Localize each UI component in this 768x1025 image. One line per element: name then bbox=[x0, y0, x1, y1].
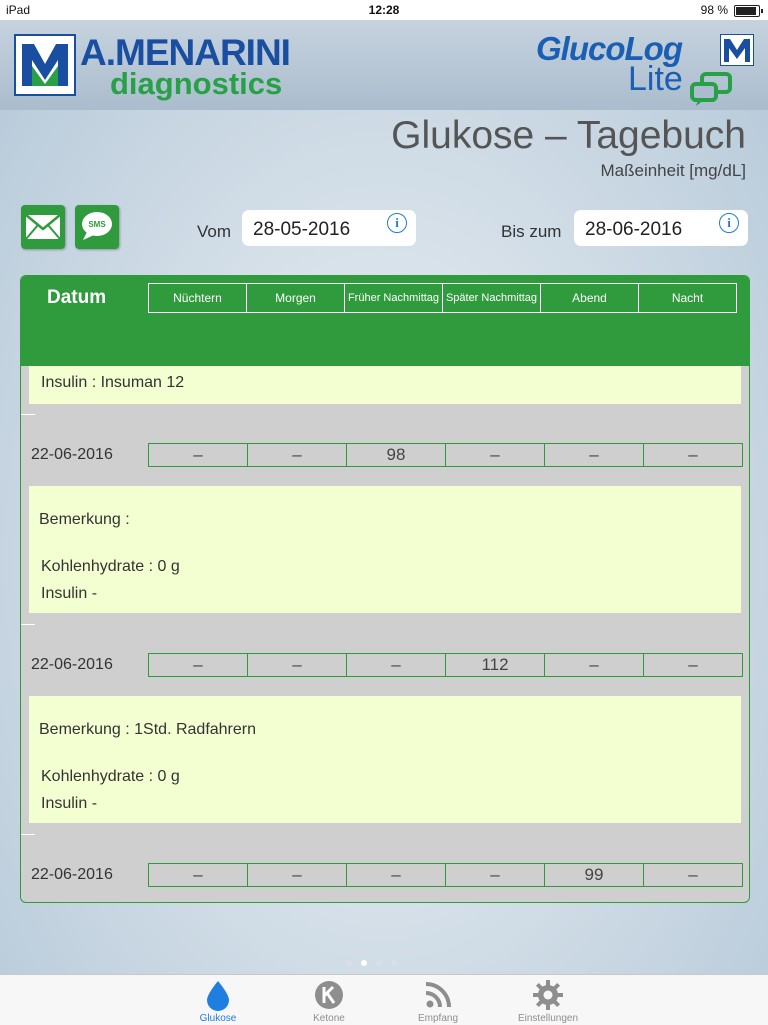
rss-icon bbox=[425, 982, 451, 1008]
page-dot bbox=[391, 960, 397, 966]
battery-percent: 98 % bbox=[700, 3, 728, 17]
menarini-logo-icon bbox=[14, 34, 76, 96]
page-dot bbox=[346, 960, 352, 966]
column-headers: Nüchtern Morgen Früher Nachmittag Später… bbox=[148, 283, 737, 313]
tab-ketone[interactable]: Ketone bbox=[289, 979, 369, 1024]
tab-label: Einstellungen bbox=[517, 1013, 579, 1024]
value-cell: – bbox=[346, 863, 446, 887]
ketone-icon bbox=[315, 981, 343, 1009]
remark-text: Bemerkung : 1Std. Radfahrern bbox=[39, 721, 257, 738]
entry-note: Bemerkung : 1Std. Radfahrern Kohlenhydra… bbox=[29, 696, 741, 823]
app-logo-edition: Lite bbox=[628, 60, 683, 98]
clock: 12:28 bbox=[368, 3, 400, 17]
column-header: Früher Nachmittag bbox=[344, 283, 443, 313]
sms-bubble-icon: SMS bbox=[82, 212, 112, 240]
svg-text:SMS: SMS bbox=[88, 220, 106, 229]
to-date-field[interactable]: 28-06-2016 i bbox=[574, 210, 748, 246]
status-bar: iPad 12:28 98 % bbox=[0, 0, 768, 20]
insulin-text: Insulin : Insuman 12 bbox=[41, 374, 185, 391]
column-header-date: Datum bbox=[47, 287, 107, 308]
value-cell: – bbox=[544, 653, 644, 677]
unit-label: Maßeinheit [mg/dL] bbox=[600, 161, 746, 180]
table-header: Datum Nüchtern Morgen Früher Nachmittag … bbox=[21, 276, 749, 366]
column-header: Abend bbox=[540, 283, 639, 313]
value-cell: – bbox=[544, 443, 644, 467]
separator bbox=[21, 624, 35, 625]
page-indicator[interactable] bbox=[346, 953, 406, 971]
from-label: Vom bbox=[197, 222, 232, 241]
to-date-value: 28-06-2016 bbox=[585, 219, 683, 240]
tab-einstellungen[interactable]: Einstellungen bbox=[508, 979, 588, 1024]
separator bbox=[21, 834, 35, 835]
diary-table[interactable]: Datum Nüchtern Morgen Früher Nachmittag … bbox=[20, 275, 750, 903]
value-cell: 112 bbox=[445, 653, 545, 677]
brand-header: A.MENARINI diagnostics GlucoLog Lite bbox=[0, 20, 768, 110]
table-row[interactable]: – – – – 99 – bbox=[148, 863, 743, 887]
tab-label: Ketone bbox=[313, 1013, 345, 1024]
entry-date: 22-06-2016 bbox=[31, 866, 113, 883]
entry-date: 22-06-2016 bbox=[31, 446, 113, 463]
tab-label: Glukose bbox=[199, 1013, 237, 1024]
app-logo-mark-icon bbox=[720, 34, 754, 66]
insulin-text: Insulin - bbox=[41, 585, 98, 602]
envelope-icon bbox=[25, 214, 61, 240]
value-cell: – bbox=[247, 653, 347, 677]
page-dot bbox=[376, 960, 382, 966]
remark-text: Bemerkung : bbox=[39, 511, 130, 528]
column-header: Nüchtern bbox=[148, 283, 247, 313]
separator bbox=[21, 414, 35, 415]
value-cell: – bbox=[247, 443, 347, 467]
gear-icon bbox=[533, 980, 563, 1010]
value-cell: 99 bbox=[544, 863, 644, 887]
value-cell: – bbox=[148, 653, 248, 677]
drop-icon bbox=[207, 981, 229, 1011]
value-cell: 98 bbox=[346, 443, 446, 467]
carbs-text: Kohlenhydrate : 0 g bbox=[41, 768, 180, 785]
tab-glukose[interactable]: Glukose bbox=[178, 979, 258, 1024]
to-label: Bis zum bbox=[501, 222, 562, 241]
insulin-text: Insulin - bbox=[41, 795, 98, 812]
column-header: Morgen bbox=[246, 283, 345, 313]
entry-note: Bemerkung : Kohlenhydrate : 0 g Insulin … bbox=[29, 486, 741, 613]
table-row[interactable]: – – – 112 – – bbox=[148, 653, 743, 677]
value-cell: – bbox=[445, 443, 545, 467]
tab-empfang[interactable]: Empfang bbox=[398, 979, 478, 1024]
battery-icon bbox=[734, 5, 763, 17]
tab-label: Empfang bbox=[417, 1013, 459, 1024]
value-cell: – bbox=[643, 863, 743, 887]
column-header: Nacht bbox=[638, 283, 737, 313]
value-cell: – bbox=[148, 443, 248, 467]
value-cell: – bbox=[247, 863, 347, 887]
chat-bubbles-icon bbox=[690, 72, 734, 113]
email-button[interactable] bbox=[21, 205, 65, 249]
value-cell: – bbox=[148, 863, 248, 887]
info-icon[interactable]: i bbox=[387, 213, 407, 233]
table-row[interactable]: – – 98 – – – bbox=[148, 443, 743, 467]
column-header: Später Nachmittag bbox=[442, 283, 541, 313]
value-cell: – bbox=[643, 653, 743, 677]
page-title: Glukose – Tagebuch bbox=[391, 114, 746, 157]
entry-note: Insulin : Insuman 12 bbox=[29, 366, 741, 404]
brand-subtitle: diagnostics bbox=[110, 66, 283, 101]
from-date-value: 28-05-2016 bbox=[253, 219, 351, 240]
value-cell: – bbox=[445, 863, 545, 887]
value-cell: – bbox=[346, 653, 446, 677]
value-cell: – bbox=[643, 443, 743, 467]
from-date-field[interactable]: 28-05-2016 i bbox=[242, 210, 416, 246]
entry-date: 22-06-2016 bbox=[31, 656, 113, 673]
info-icon[interactable]: i bbox=[719, 213, 739, 233]
page-dot-active bbox=[361, 960, 367, 966]
sms-button[interactable]: SMS bbox=[75, 205, 119, 249]
carbs-text: Kohlenhydrate : 0 g bbox=[41, 558, 180, 575]
tab-bar: Glukose Ketone Empfang Einstellungen bbox=[0, 974, 768, 1025]
